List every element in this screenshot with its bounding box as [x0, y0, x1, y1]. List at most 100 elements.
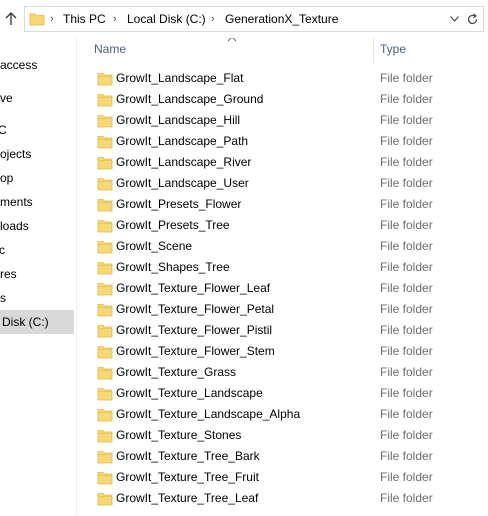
folder-icon [97, 365, 113, 381]
list-item[interactable]: GrowIt_Texture_Flower_Leaf File folder [77, 278, 488, 299]
address-bar[interactable]: › This PC › Local Disk (C:) › Generation… [24, 6, 484, 32]
folder-icon [97, 197, 113, 213]
nav-item-videos[interactable]: s [0, 286, 74, 310]
file-name: GrowIt_Shapes_Tree [116, 260, 230, 274]
nav-item-3d-objects[interactable]: ojects [0, 142, 74, 166]
file-name: GrowIt_Landscape_Path [116, 134, 249, 148]
list-item[interactable]: GrowIt_Texture_Landscape File folder [77, 383, 488, 404]
file-name: GrowIt_Texture_Tree_Leaf [116, 491, 259, 505]
file-name: GrowIt_Presets_Flower [116, 197, 242, 211]
nav-item-label: access [0, 58, 38, 72]
list-item[interactable]: GrowIt_Texture_Flower_Petal File folder [77, 299, 488, 320]
list-item[interactable]: GrowIt_Scene File folder [77, 236, 488, 257]
list-item[interactable]: GrowIt_Presets_Flower File folder [77, 194, 488, 215]
file-type: File folder [380, 365, 433, 379]
list-item[interactable]: GrowIt_Texture_Tree_Bark File folder [77, 446, 488, 467]
folder-icon [97, 344, 113, 360]
list-item[interactable]: GrowIt_Landscape_Ground File folder [77, 89, 488, 110]
folder-icon [97, 113, 113, 129]
file-type: File folder [380, 71, 433, 85]
file-explorer-window: › This PC › Local Disk (C:) › Generation… [0, 0, 488, 516]
nav-item-quick-access[interactable]: access [0, 53, 74, 77]
nav-item-label: op [0, 171, 14, 185]
file-name: GrowIt_Texture_Flower_Leaf [116, 281, 271, 295]
folder-icon [97, 71, 113, 87]
list-item[interactable]: GrowIt_Landscape_User File folder [77, 173, 488, 194]
file-name: GrowIt_Texture_Stones [116, 428, 242, 442]
list-item[interactable]: GrowIt_Texture_Tree_Fruit File folder [77, 467, 488, 488]
navigation-pane: access ve C ojects op ments loads c res … [0, 38, 76, 516]
folder-icon [97, 407, 113, 423]
list-item[interactable]: GrowIt_Landscape_Flat File folder [77, 68, 488, 89]
breadcrumb-local-disk[interactable]: Local Disk (C:) [127, 7, 206, 31]
column-header-type[interactable]: Type [380, 42, 406, 56]
nav-item-downloads[interactable]: loads [0, 214, 74, 238]
nav-item-this-pc[interactable]: C [0, 118, 74, 142]
list-item[interactable]: GrowIt_Shapes_Tree File folder [77, 257, 488, 278]
folder-icon [97, 239, 113, 255]
list-item[interactable]: GrowIt_Texture_Stones File folder [77, 425, 488, 446]
file-name: GrowIt_Landscape_User [116, 176, 249, 190]
file-type: File folder [380, 176, 433, 190]
chevron-down-icon[interactable] [447, 11, 461, 27]
nav-item-label: c [0, 243, 5, 257]
nav-item-label: ments [0, 195, 33, 209]
file-list: Name Type GrowIt_Landscape_Flat File fold… [77, 38, 488, 516]
folder-icon [97, 470, 113, 486]
nav-item-local-disk[interactable]: Disk (C:) [0, 310, 74, 334]
folder-icon [97, 449, 113, 465]
file-type: File folder [380, 449, 433, 463]
list-item[interactable]: GrowIt_Landscape_Path File folder [77, 131, 488, 152]
nav-item-onedrive[interactable]: ve [0, 86, 74, 110]
file-type: File folder [380, 239, 433, 253]
file-name: GrowIt_Texture_Landscape_Alpha [116, 407, 301, 421]
nav-item-music[interactable]: c [0, 238, 74, 262]
file-type: File folder [380, 407, 433, 421]
column-header-name[interactable]: Name [94, 42, 126, 56]
folder-icon [29, 11, 45, 27]
file-name: GrowIt_Landscape_Hill [116, 113, 241, 127]
nav-item-documents[interactable]: ments [0, 190, 74, 214]
breadcrumb-separator-icon: › [211, 13, 215, 25]
file-name: GrowIt_Landscape_Flat [116, 71, 244, 85]
column-header-row: Name Type [77, 38, 488, 63]
file-type: File folder [380, 197, 433, 211]
up-arrow-icon[interactable] [2, 9, 20, 29]
column-divider[interactable] [373, 38, 374, 63]
list-item[interactable]: GrowIt_Texture_Tree_Leaf File folder [77, 488, 488, 509]
folder-icon [97, 386, 113, 402]
list-item[interactable]: GrowIt_Landscape_Hill File folder [77, 110, 488, 131]
file-name: GrowIt_Texture_Flower_Stem [116, 344, 275, 358]
list-item[interactable]: GrowIt_Texture_Flower_Pistil File folder [77, 320, 488, 341]
file-name: GrowIt_Landscape_River [116, 155, 252, 169]
folder-icon [97, 281, 113, 297]
file-name: GrowIt_Texture_Tree_Fruit [116, 470, 259, 484]
folder-icon [97, 428, 113, 444]
list-item[interactable]: GrowIt_Texture_Grass File folder [77, 362, 488, 383]
nav-item-desktop[interactable]: op [0, 166, 74, 190]
file-type: File folder [380, 113, 433, 127]
list-item[interactable]: GrowIt_Presets_Tree File folder [77, 215, 488, 236]
list-item[interactable]: GrowIt_Landscape_River File folder [77, 152, 488, 173]
file-type: File folder [380, 386, 433, 400]
file-type: File folder [380, 218, 433, 232]
breadcrumb-separator-icon: › [113, 13, 117, 25]
file-name: GrowIt_Texture_Landscape [116, 386, 263, 400]
file-name: GrowIt_Presets_Tree [116, 218, 230, 232]
folder-icon [97, 323, 113, 339]
breadcrumb-this-pc[interactable]: This PC [63, 7, 106, 31]
file-name: GrowIt_Texture_Flower_Pistil [116, 323, 273, 337]
folder-icon [97, 92, 113, 108]
nav-item-label: C [0, 123, 7, 137]
refresh-icon[interactable] [464, 11, 480, 27]
file-type: File folder [380, 134, 433, 148]
file-name: GrowIt_Texture_Grass [116, 365, 237, 379]
file-type: File folder [380, 92, 433, 106]
folder-icon [97, 155, 113, 171]
nav-item-pictures[interactable]: res [0, 262, 74, 286]
list-item[interactable]: GrowIt_Texture_Flower_Stem File folder [77, 341, 488, 362]
file-name: GrowIt_Texture_Flower_Petal [116, 302, 275, 316]
list-item[interactable]: GrowIt_Texture_Landscape_Alpha File folde… [77, 404, 488, 425]
file-type: File folder [380, 428, 433, 442]
breadcrumb-current-folder[interactable]: GenerationX_Texture [225, 7, 338, 31]
